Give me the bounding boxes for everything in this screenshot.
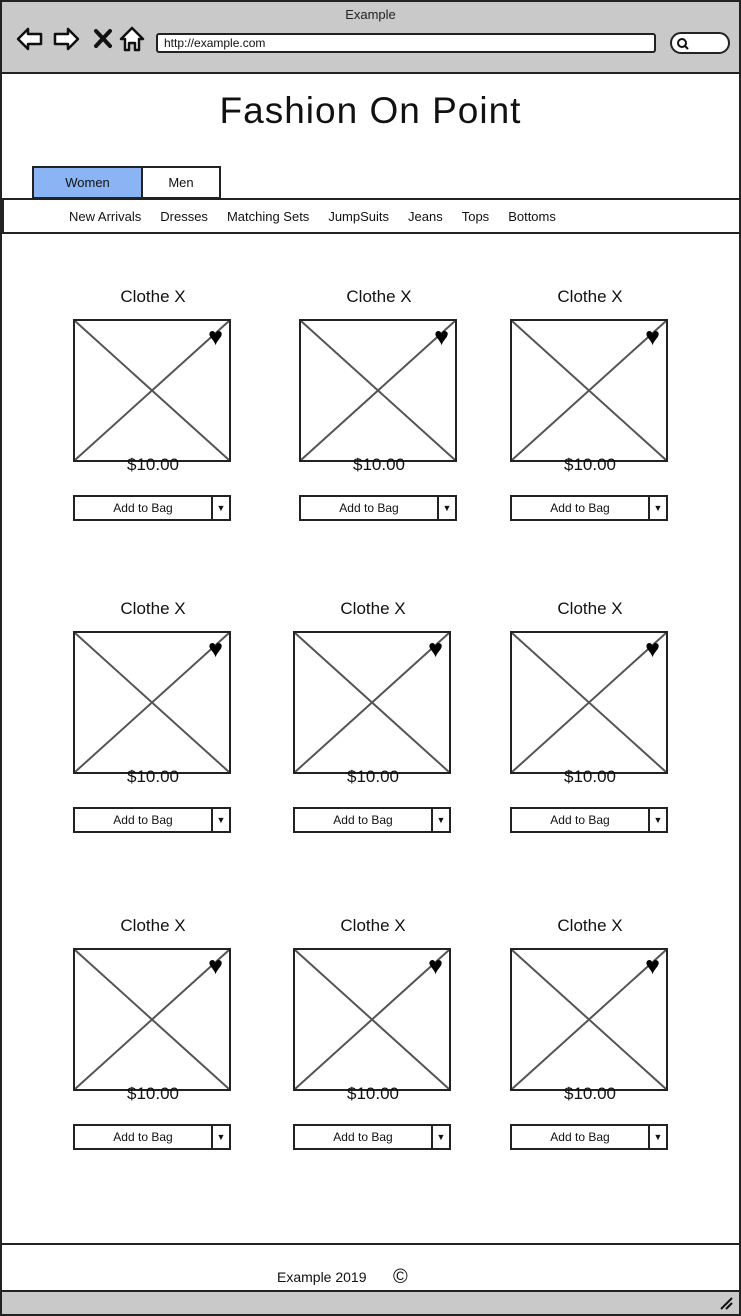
add-to-bag-button[interactable]: Add to Bag ▼: [299, 495, 457, 521]
category-jeans[interactable]: Jeans: [408, 209, 443, 224]
add-to-bag-button[interactable]: Add to Bag ▼: [73, 495, 231, 521]
url-bar[interactable]: http://example.com: [156, 33, 656, 53]
browser-window: Example http://example.com Fashion On Po…: [0, 0, 741, 1316]
back-arrow-icon[interactable]: [14, 24, 44, 54]
resize-handle-icon[interactable]: [719, 1296, 733, 1315]
add-to-bag-button[interactable]: Add to Bag ▼: [510, 1124, 668, 1150]
category-new-arrivals[interactable]: New Arrivals: [69, 209, 141, 224]
product-title[interactable]: Clothe X: [73, 287, 233, 307]
copyright-icon: ©: [393, 1266, 408, 1288]
add-to-bag-label: Add to Bag: [550, 813, 610, 827]
add-to-bag-button[interactable]: Add to Bag ▼: [293, 1124, 451, 1150]
heart-icon[interactable]: ♥: [645, 637, 660, 662]
heart-icon[interactable]: ♥: [208, 325, 223, 350]
product-title[interactable]: Clothe X: [293, 599, 453, 619]
product-image-placeholder[interactable]: ♥: [293, 948, 451, 1091]
stop-icon[interactable]: [90, 24, 120, 54]
heart-icon[interactable]: ♥: [208, 954, 223, 979]
product-title[interactable]: Clothe X: [510, 287, 670, 307]
footer: Example 2019 ©: [2, 1243, 739, 1289]
product-title[interactable]: Clothe X: [510, 916, 670, 936]
category-matching-sets[interactable]: Matching Sets: [227, 209, 309, 224]
search-icon: [677, 38, 689, 50]
add-to-bag-button[interactable]: Add to Bag ▼: [73, 807, 231, 833]
caret-down-icon[interactable]: ▼: [211, 1126, 229, 1148]
add-to-bag-label: Add to Bag: [339, 501, 399, 515]
add-to-bag-label: Add to Bag: [550, 1130, 610, 1144]
product-price: $10.00: [127, 1084, 179, 1103]
add-to-bag-button[interactable]: Add to Bag ▼: [510, 807, 668, 833]
category-jumpsuits[interactable]: JumpSuits: [328, 209, 389, 224]
product-price: $10.00: [347, 1084, 399, 1103]
category-tops[interactable]: Tops: [462, 209, 489, 224]
product-title[interactable]: Clothe X: [510, 599, 670, 619]
category-dresses[interactable]: Dresses: [160, 209, 208, 224]
heart-icon[interactable]: ♥: [434, 325, 449, 350]
add-to-bag-label: Add to Bag: [113, 813, 173, 827]
caret-down-icon[interactable]: ▼: [211, 497, 229, 519]
caret-down-icon[interactable]: ▼: [431, 1126, 449, 1148]
heart-icon[interactable]: ♥: [428, 954, 443, 979]
product-image-placeholder[interactable]: ♥: [73, 631, 231, 774]
product-price: $10.00: [347, 767, 399, 786]
product-title[interactable]: Clothe X: [73, 599, 233, 619]
product-image-placeholder[interactable]: ♥: [510, 948, 668, 1091]
product-price: $10.00: [127, 455, 179, 474]
add-to-bag-button[interactable]: Add to Bag ▼: [510, 495, 668, 521]
add-to-bag-label: Add to Bag: [333, 1130, 393, 1144]
add-to-bag-label: Add to Bag: [113, 501, 173, 515]
caret-down-icon[interactable]: ▼: [648, 809, 666, 831]
add-to-bag-label: Add to Bag: [113, 1130, 173, 1144]
heart-icon[interactable]: ♥: [208, 637, 223, 662]
product-price: $10.00: [564, 455, 616, 474]
caret-down-icon[interactable]: ▼: [437, 497, 455, 519]
gender-tabs: Women Men: [32, 166, 221, 199]
product-price: $10.00: [353, 455, 405, 474]
product-title[interactable]: Clothe X: [299, 287, 459, 307]
footer-text: Example 2019: [277, 1269, 367, 1285]
heart-icon[interactable]: ♥: [645, 954, 660, 979]
caret-down-icon[interactable]: ▼: [648, 497, 666, 519]
browser-chrome: Example http://example.com: [2, 2, 739, 74]
category-menu: New Arrivals Dresses Matching Sets JumpS…: [2, 198, 741, 234]
caret-down-icon[interactable]: ▼: [431, 809, 449, 831]
category-bottoms[interactable]: Bottoms: [508, 209, 556, 224]
tab-women[interactable]: Women: [32, 166, 143, 199]
product-price: $10.00: [564, 767, 616, 786]
add-to-bag-label: Add to Bag: [550, 501, 610, 515]
forward-arrow-icon[interactable]: [52, 24, 82, 54]
product-price: $10.00: [564, 1084, 616, 1103]
heart-icon[interactable]: ♥: [645, 325, 660, 350]
product-image-placeholder[interactable]: ♥: [293, 631, 451, 774]
heart-icon[interactable]: ♥: [428, 637, 443, 662]
product-price: $10.00: [127, 767, 179, 786]
product-image-placeholder[interactable]: ♥: [510, 319, 668, 462]
site-title: Fashion On Point: [219, 90, 522, 131]
caret-down-icon[interactable]: ▼: [648, 1126, 666, 1148]
browser-search-box[interactable]: [670, 32, 730, 54]
add-to-bag-label: Add to Bag: [333, 813, 393, 827]
home-icon[interactable]: [117, 24, 147, 54]
product-image-placeholder[interactable]: ♥: [73, 319, 231, 462]
add-to-bag-button[interactable]: Add to Bag ▼: [293, 807, 451, 833]
product-title[interactable]: Clothe X: [73, 916, 233, 936]
product-image-placeholder[interactable]: ♥: [510, 631, 668, 774]
caret-down-icon[interactable]: ▼: [211, 809, 229, 831]
product-image-placeholder[interactable]: ♥: [73, 948, 231, 1091]
product-image-placeholder[interactable]: ♥: [299, 319, 457, 462]
add-to-bag-button[interactable]: Add to Bag ▼: [73, 1124, 231, 1150]
window-title: Example: [345, 7, 396, 22]
browser-status-bar: [2, 1290, 739, 1314]
tab-men[interactable]: Men: [143, 166, 221, 199]
product-title[interactable]: Clothe X: [293, 916, 453, 936]
